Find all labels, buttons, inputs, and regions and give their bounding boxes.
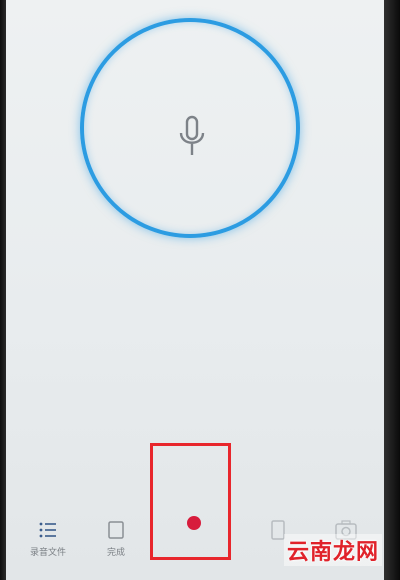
record-button[interactable] xyxy=(187,516,201,530)
recordings-button[interactable]: 录音文件 xyxy=(18,519,78,558)
highlight-box xyxy=(150,443,231,560)
square-icon xyxy=(108,521,124,539)
phone-bezel-right xyxy=(384,0,400,580)
microphone-icon xyxy=(179,115,205,155)
recordings-label: 录音文件 xyxy=(29,548,66,558)
list-icon xyxy=(39,522,56,538)
done-button[interactable]: 完成 xyxy=(86,519,146,558)
watermark-text: 云南龙网 xyxy=(283,534,382,566)
done-label: 完成 xyxy=(106,548,125,558)
